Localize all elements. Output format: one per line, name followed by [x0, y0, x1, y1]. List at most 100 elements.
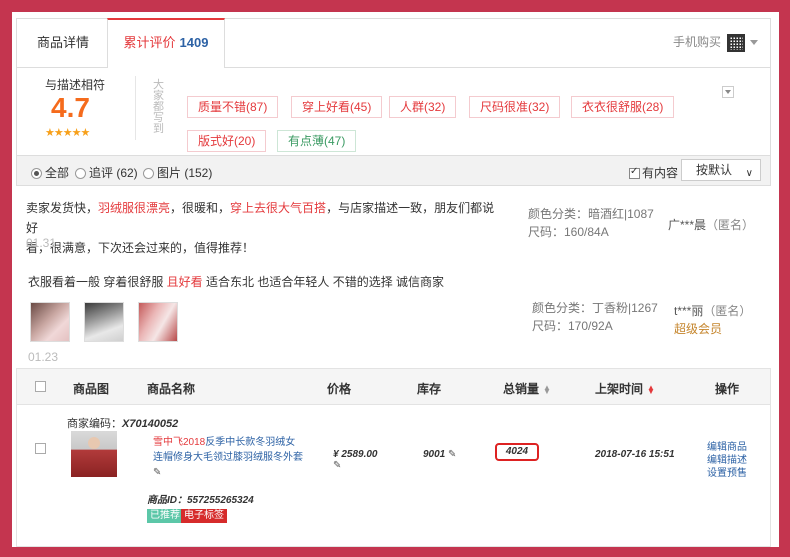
expand-tags-icon[interactable]	[722, 86, 734, 98]
impression-tag[interactable]: 人群(32)	[389, 96, 457, 118]
sort-icon: ▲ ▼	[647, 382, 655, 396]
radio-checked-icon	[31, 168, 42, 179]
impression-tag[interactable]: 有点薄(47)	[277, 130, 357, 152]
edit-pencil-icon[interactable]: ✎	[153, 467, 161, 478]
row-checkbox[interactable]	[35, 443, 46, 454]
filter-images[interactable]: 图片 (152)	[143, 164, 212, 181]
sku-color: 颜色分类：暗酒红|1087	[528, 207, 654, 221]
filter-followup-label: 追评 (62)	[89, 166, 138, 180]
impression-tag[interactable]: 衣衣很舒服(28)	[571, 96, 675, 118]
review-sku: 颜色分类：暗酒红|1087 尺码：160/84A	[528, 205, 654, 241]
review-text-part: 看，很满意，下次还会过来的，值得推荐！	[26, 241, 255, 255]
tab-reviews[interactable]: 累计评价 1409	[107, 18, 225, 68]
has-content-checkbox[interactable]: 有内容	[629, 164, 678, 181]
product-id: 商品ID：557255265324	[147, 491, 254, 506]
tab-bar: 商品详情 累计评价 1409 手机购买	[16, 18, 771, 68]
mobile-buy[interactable]: 手机购买	[673, 33, 758, 52]
impression-tag[interactable]: 版式好(20)	[187, 130, 267, 152]
review-text: 衣服看着一般 穿着很舒服 且好看 适合东北 也适合年轻人 不错的选择 诚信商家	[28, 272, 498, 292]
edit-pencil-icon[interactable]: ✎	[448, 449, 456, 460]
reviewer-anon: （匿名）	[706, 218, 755, 232]
edit-pencil-icon[interactable]: ✎	[333, 460, 341, 471]
filter-all-label: 全部	[45, 166, 70, 180]
stock-text: 9001	[423, 449, 446, 460]
product-image[interactable]	[71, 431, 117, 477]
star-rating: ★★★★★	[45, 127, 90, 139]
review-photo[interactable]	[84, 302, 124, 342]
edit-product-link[interactable]: 编辑商品	[707, 441, 747, 454]
review-highlight: 羽绒服很漂亮	[98, 201, 171, 215]
product-name-link[interactable]: 雪中飞2018反季中长款冬羽绒女连帽修身大毛领过膝羽绒服冬外套 ✎	[153, 435, 303, 480]
reviewer-name: 广***晨	[668, 218, 707, 232]
mobile-buy-label: 手机购买	[672, 35, 721, 49]
reviewer: t***丽（匿名）	[674, 302, 751, 319]
recommended-badge: 已推荐	[147, 509, 183, 523]
product-name-highlight: 雪中飞2018	[153, 437, 206, 448]
product-id-label: 商品ID：	[147, 495, 187, 506]
sku-color: 颜色分类：丁香粉|1267	[532, 301, 658, 315]
select-all-checkbox[interactable]	[35, 381, 46, 392]
reviewer-anon: （匿名）	[703, 304, 752, 318]
reviewer: 广***晨（匿名）	[668, 216, 754, 233]
filter-images-label: 图片 (152)	[157, 166, 213, 180]
vip-badge: 超级会员	[674, 322, 723, 336]
set-presale-link[interactable]: 设置预售	[707, 467, 747, 480]
listing-time: 2018-07-16 15:51	[595, 449, 675, 460]
col-image: 商品图	[73, 382, 110, 396]
stock-value: 9001 ✎	[423, 449, 456, 460]
filter-all[interactable]: 全部	[31, 164, 69, 181]
review-highlight: 且好看	[166, 275, 203, 289]
impression-tag[interactable]: 尺码很准(32)	[469, 96, 561, 118]
checkbox-checked-icon	[629, 166, 640, 179]
tab-reviews-count: 1409	[179, 35, 209, 50]
col-stock: 库存	[417, 382, 442, 396]
review-text-part: 卖家发货快，	[26, 201, 99, 215]
chevron-down-icon: ∨	[745, 168, 753, 179]
score-value: 4.7	[51, 92, 90, 123]
row-actions: 编辑商品 编辑描述 设置预售	[707, 441, 747, 480]
price-text: ¥ 2589.00	[333, 449, 378, 460]
impression-tag[interactable]: 质量不错(87)	[187, 96, 279, 118]
sort-select[interactable]: 按默认 ∨	[681, 159, 761, 181]
has-content-label: 有内容	[642, 166, 679, 180]
sort-icon: ▲ ▼	[543, 382, 551, 396]
merchant-code-label: 商家编码：	[67, 418, 122, 430]
radio-icon	[75, 168, 86, 179]
review-text-part: 适合东北 也适合年轻人 不错的选择 诚信商家	[202, 275, 445, 289]
review-highlight: 穿上去很大气百搭	[230, 201, 327, 215]
e-tag-badge: 电子标签	[181, 509, 227, 523]
product-id-value: 557255265324	[187, 495, 254, 506]
review-photo[interactable]	[30, 302, 70, 342]
review-photo[interactable]	[138, 302, 178, 342]
price-value: ¥ 2589.00 ✎	[333, 449, 378, 471]
col-ops: 操作	[715, 382, 740, 396]
review-text-part: 衣服看着一般 穿着很舒服	[28, 275, 167, 289]
rating-summary: 与描述相符 4.7 ★★★★★ 大家都写到 质量不错(87) 穿上好看(45) …	[16, 68, 771, 156]
sort-select-value: 按默认	[696, 163, 733, 177]
sku-size: 尺码：160/84A	[528, 225, 609, 239]
tab-reviews-label: 累计评价	[123, 35, 176, 50]
review-date: 01.31	[26, 236, 57, 250]
filter-bar: 全部 追评 (62) 图片 (152) 有内容 按默认 ∨	[16, 156, 771, 186]
filter-followup[interactable]: 追评 (62)	[75, 164, 138, 181]
divider	[135, 76, 136, 140]
merchant-code: 商家编码：X70140052	[67, 415, 178, 431]
chevron-down-icon	[750, 40, 758, 46]
product-table: 商品图 商品名称 价格 库存 总销量 ▲ ▼ 上架时间 ▲ ▼ 操作 商家编码：X701…	[16, 368, 771, 547]
col-time[interactable]: 上架时间 ▲ ▼	[595, 380, 655, 397]
reviewer-name: t***丽	[674, 304, 704, 318]
score-label: 与描述相符	[45, 78, 106, 92]
qr-code-icon	[727, 33, 745, 52]
sales-value: 4024	[495, 443, 539, 461]
col-time-label: 上架时间	[595, 382, 644, 396]
tags-vertical-label: 大家都写到	[153, 79, 164, 135]
edit-description-link[interactable]: 编辑描述	[707, 454, 747, 467]
tab-details[interactable]: 商品详情	[37, 19, 89, 67]
merchant-code-value: X70140052	[122, 418, 179, 430]
impression-tag[interactable]: 穿上好看(45)	[291, 96, 383, 118]
radio-icon	[143, 168, 154, 179]
sku-size: 尺码：170/92A	[532, 319, 613, 333]
review-text-part: ，很暖和，	[170, 201, 231, 215]
table-header: 商品图 商品名称 价格 库存 总销量 ▲ ▼ 上架时间 ▲ ▼ 操作	[17, 369, 770, 405]
col-sales[interactable]: 总销量 ▲ ▼	[503, 380, 551, 397]
